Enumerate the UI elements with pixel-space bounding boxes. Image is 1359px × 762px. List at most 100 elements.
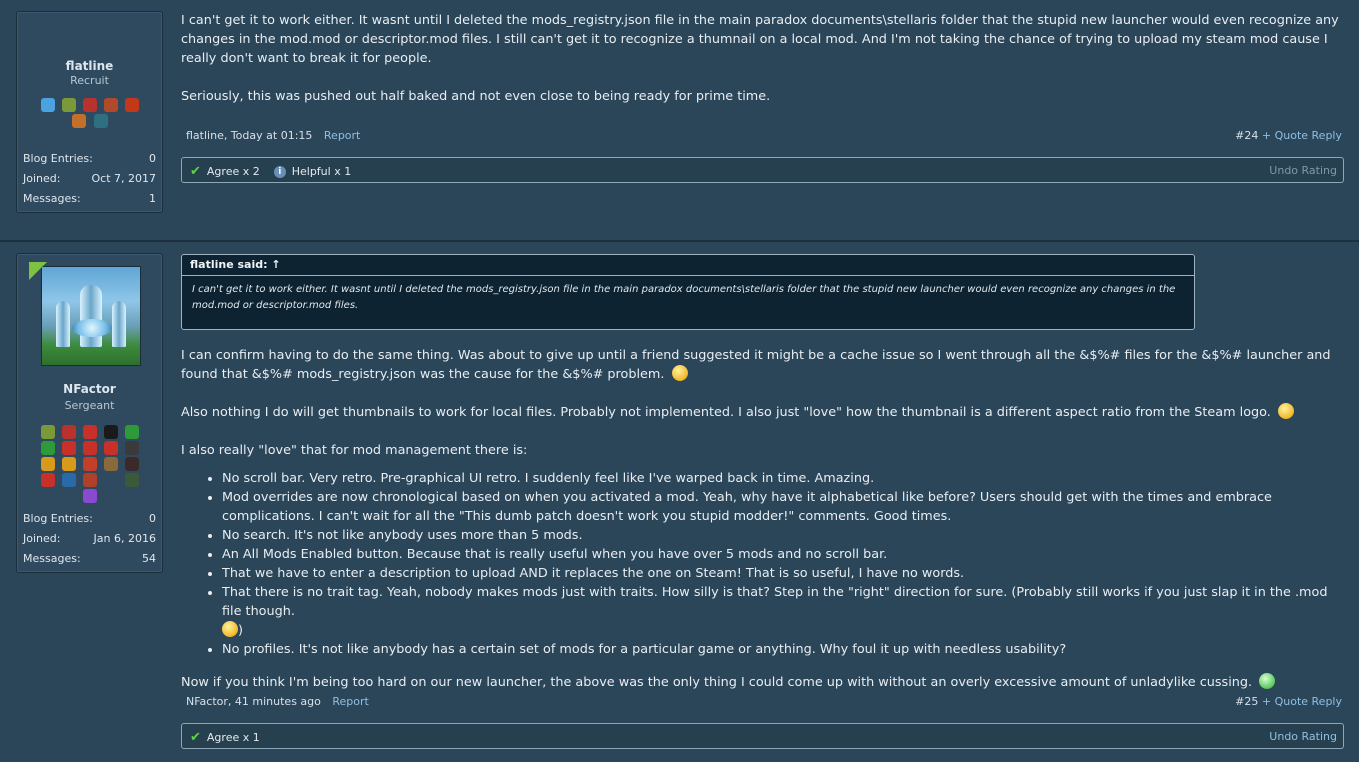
stat-value: 0 [149,511,156,525]
feature-list: No scroll bar. Very retro. Pre-graphical… [181,469,1342,659]
avatar[interactable] [29,262,141,366]
avatar-detail [80,285,102,347]
list-item: No search. It's not like anybody uses mo… [222,526,1342,545]
trophy-icon[interactable] [125,473,140,487]
author-link[interactable]: flatline [186,129,224,142]
post-date[interactable]: , Today at 01:15 [224,129,313,142]
info-icon: i [273,165,286,178]
trophy-icon[interactable] [104,441,119,455]
trophy-icon[interactable] [61,425,76,439]
trophy-icon[interactable] [40,98,55,112]
grin-smiley-icon [1259,673,1276,689]
check-icon: ✔ [190,164,201,179]
agree-rating[interactable]: Agree x 1 [207,731,260,744]
rolleyes-smiley-icon [671,365,688,381]
trophy-icon[interactable] [83,98,97,112]
stat-label: Blog Entries: [23,511,93,525]
rating-bar: ✔ Agree x 2 i Helpful x 1 Undo Rating [181,157,1344,183]
author-link[interactable]: NFactor [186,695,228,708]
message-content: I can't get it to work either. It wasnt … [181,11,1342,125]
helpful-rating[interactable]: Helpful x 1 [292,165,351,178]
trophy-icon[interactable] [40,457,55,471]
message-paragraph: I can't get it to work either. It wasnt … [181,13,1339,66]
confused-smiley-icon [1277,403,1294,419]
trophy-icon[interactable] [40,441,55,455]
message-paragraph: I also really "love" that for mod manage… [181,443,528,458]
message-paragraph: I can confirm having to do the same thin… [181,348,1331,382]
trophy-icon[interactable] [104,457,119,471]
trophy-icon[interactable] [83,457,97,471]
undo-rating-link[interactable]: Undo Rating [1269,730,1337,743]
trophy-icon[interactable] [40,473,55,487]
trophy-icon[interactable] [125,425,140,439]
post-25: NFactor Sergeant Blog Entries: 0 Joined:… [0,240,1359,762]
trophy-icon[interactable] [125,441,140,455]
trophy-icon[interactable] [83,425,97,439]
user-stats: Blog Entries: 0 Joined: Jan 6, 2016 Messag… [23,508,156,568]
rolleyes-smiley-icon [222,621,238,637]
trophy-icon[interactable] [61,441,76,455]
message-paragraph: Now if you think I'm being too hard on o… [181,675,1253,690]
user-info-panel: flatline Recruit Blog Entries: 0 Joined: O… [16,11,163,213]
list-item: No profiles. It's not like anybody has a… [222,640,1342,659]
stat-value[interactable]: 54 [142,552,156,565]
message-paragraph: Seriously, this was pushed out half bake… [181,89,771,104]
quote-button[interactable]: + Quote [1262,129,1308,142]
stat-value[interactable]: 1 [149,192,156,205]
user-stats: Blog Entries: 0 Joined: Oct 7, 2017 Messag… [23,148,156,208]
trophy-icon[interactable] [104,425,119,439]
list-item-text: That there is no trait tag. Yeah, nobody… [222,585,1328,619]
list-item: Mod overrides are now chronological base… [222,488,1342,526]
post-number[interactable]: #25 [1235,695,1258,708]
post-24: flatline Recruit Blog Entries: 0 Joined: O… [0,0,1359,240]
avatar-detail [72,319,112,337]
stat-label: Messages: [23,551,81,565]
quote-button[interactable]: + Quote [1262,695,1308,708]
list-item: That we have to enter a description to u… [222,564,1342,583]
trophy-icon[interactable] [83,441,97,455]
quote-block: flatline said: ↑ I can't get it to work … [181,254,1195,330]
trophy-icon[interactable] [93,114,108,128]
username-link[interactable]: flatline [17,59,162,73]
trophy-icon[interactable] [83,489,97,503]
trophy-icon[interactable] [61,98,76,112]
undo-rating-link[interactable]: Undo Rating [1269,164,1337,177]
donor-ribbon-icon [29,262,47,280]
trophy-icon[interactable] [104,98,119,112]
post-date[interactable]: , 41 minutes ago [228,695,321,708]
trophy-icons [34,424,146,504]
report-link[interactable]: Report [324,129,360,142]
stat-value: 0 [149,151,156,165]
reply-button[interactable]: Reply [1312,129,1342,142]
stat-value: Oct 7, 2017 [91,171,156,185]
trophy-icon[interactable] [125,457,140,471]
avatar-image[interactable] [41,266,141,366]
user-info-panel: NFactor Sergeant Blog Entries: 0 Joined:… [16,253,163,573]
check-icon: ✔ [190,730,201,745]
user-title: Sergeant [64,399,115,412]
list-item: An All Mods Enabled button. Because that… [222,545,1342,564]
rating-bar: ✔ Agree x 1 Undo Rating [181,723,1344,749]
stat-label: Joined: [23,171,61,185]
avatar-detail [56,301,70,347]
report-link[interactable]: Report [332,695,368,708]
list-item: That there is no trait tag. Yeah, nobody… [222,583,1342,640]
username-link[interactable]: NFactor [17,382,162,396]
stat-value: Jan 6, 2016 [93,531,156,545]
quote-text: I can't get it to work either. It wasnt … [192,284,1176,311]
stat-label: Blog Entries: [23,151,93,165]
agree-rating[interactable]: Agree x 2 [207,165,260,178]
trophy-icon[interactable] [61,473,76,487]
reply-button[interactable]: Reply [1312,695,1342,708]
trophy-icon[interactable] [72,114,87,128]
trophy-icon[interactable] [125,98,140,112]
quote-attribution[interactable]: flatline said: ↑ [182,255,1194,276]
list-item-tail: ) [238,623,243,638]
trophy-icon[interactable] [40,425,55,439]
trophy-icon[interactable] [83,473,98,487]
user-title: Recruit [70,74,109,87]
post-meta: flatline, Today at 01:15 Report #24 + Qu… [186,129,1342,142]
message-content: I can confirm having to do the same thin… [181,346,1342,711]
post-number[interactable]: #24 [1235,129,1258,142]
trophy-icon[interactable] [61,457,76,471]
